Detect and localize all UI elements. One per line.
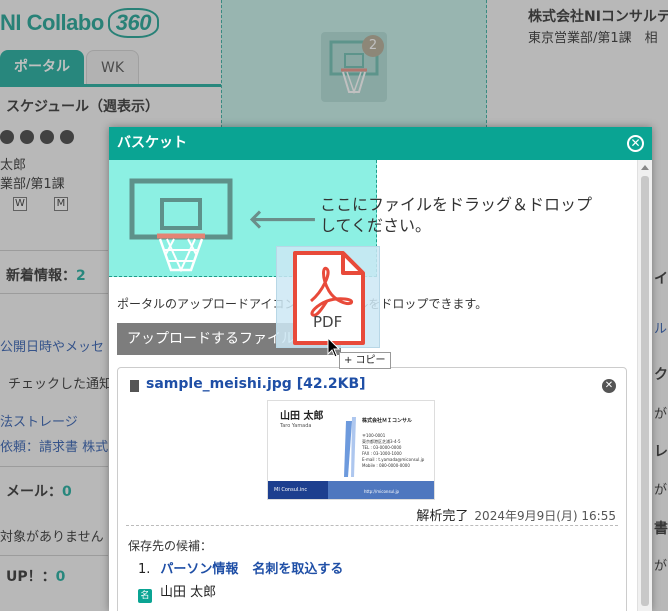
card-romaji: Taro Yamada: [280, 423, 312, 429]
card-url: http://miconsul.jp: [364, 489, 400, 494]
card-details: 〒100-0001 東京都港区芝浦3-4-5 TEL : 03-0000-000…: [362, 433, 425, 468]
close-icon[interactable]: ✕: [627, 135, 644, 152]
modal-body: 🡐 ここにファイルをドラッグ＆ドロップ してください。 ポータルのアップロードア…: [109, 160, 637, 611]
status-text: 解析完了: [416, 509, 469, 524]
pdf-label: PDF: [313, 313, 343, 331]
person-info-link[interactable]: パーソン情報: [160, 562, 238, 577]
person-row: 名山田 太郎: [138, 581, 216, 603]
card-footer: MI Consul.inc: [274, 487, 308, 493]
scroll-up-icon[interactable]: [641, 165, 649, 170]
dragged-pdf-file[interactable]: PDF: [276, 246, 380, 348]
modal-title: バスケット: [117, 135, 187, 151]
modal-scrollbar[interactable]: [637, 160, 652, 611]
scroll-thumb[interactable]: [641, 176, 649, 606]
import-card-link[interactable]: 名刺を取込する: [252, 562, 343, 577]
card-person-name: 山田 太郎: [280, 411, 324, 422]
remove-file-icon[interactable]: ✕: [602, 379, 616, 393]
business-card-icon: 名: [138, 589, 152, 603]
card-company: 株式会社ＭＩコンサル: [362, 418, 413, 424]
timestamp: 2024年9月9日(月) 16:55: [474, 509, 616, 523]
divider: [126, 525, 618, 526]
file-card: sample_meishi.jpg [42.2KB] ✕ 山田 太郎 Taro …: [117, 367, 627, 611]
person-name[interactable]: 山田 太郎: [160, 585, 216, 600]
candidates-label: 保存先の候補：: [128, 539, 213, 553]
file-icon: [130, 380, 139, 392]
analysis-status: 解析完了 2024年9月9日(月) 16:55: [416, 505, 616, 524]
basketball-hoop-icon: [129, 178, 237, 278]
candidate-row: 1. パーソン情報 名刺を取込する: [138, 562, 344, 577]
business-card-thumbnail[interactable]: 山田 太郎 Taro Yamada 株式会社ＭＩコンサル 〒100-0001 東…: [267, 400, 435, 500]
copy-indicator: + コピー: [339, 352, 391, 369]
arrow-left-icon: 🡐: [248, 205, 318, 235]
basket-modal: バスケット ✕ 🡐 ここにファイルをドラッグ＆ドロップ してください。 ポータル…: [109, 127, 652, 611]
modal-header: バスケット ✕: [109, 127, 652, 160]
drop-instructions: ここにファイルをドラッグ＆ドロップ してください。: [320, 195, 593, 235]
mouse-cursor-icon: [327, 336, 341, 363]
file-name-link[interactable]: sample_meishi.jpg [42.2KB]: [146, 376, 366, 392]
